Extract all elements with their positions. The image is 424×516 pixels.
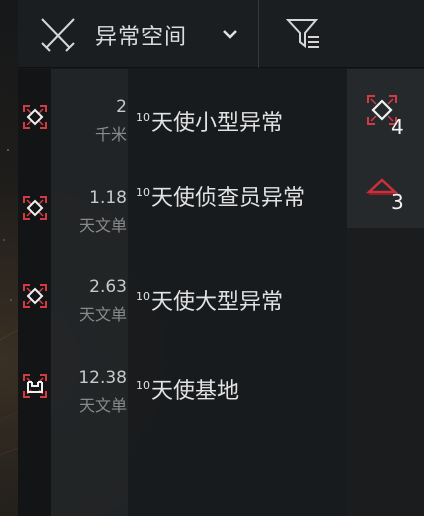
header-divider [258, 0, 259, 68]
distance-unit: 天文单 [78, 305, 127, 324]
site-name: 10天使小型异常 [136, 105, 314, 136]
site-level: 10 [136, 186, 150, 199]
site-name-text: 天使小型异常 [151, 111, 284, 136]
distance-value: 12.38 [78, 368, 127, 388]
overview-header: 异常空间 [18, 0, 424, 68]
side-panel-background [347, 228, 424, 516]
distance-unit: 天文单 [78, 216, 127, 235]
overview-tab-title[interactable]: 异常空间 [95, 19, 187, 51]
site-name: 10天使大型异常 [136, 284, 314, 315]
site-row[interactable]: 2 千米 10天使小型异常 [18, 77, 347, 165]
filter-icon[interactable] [286, 18, 322, 50]
anomaly-count: 4 [391, 115, 404, 139]
site-name: 10天使侦查员异常 [136, 180, 314, 211]
group-panel: 4 3 [347, 69, 424, 228]
crossed-swords-icon[interactable] [39, 17, 77, 53]
anomaly-group-button[interactable]: 4 [365, 93, 413, 143]
distance-value: 2.63 [89, 277, 127, 297]
site-name-text: 天使大型异常 [151, 290, 284, 315]
site-list: 2 千米 10天使小型异常 1.18 天文单 10天使侦查员异常 2.63 天文… [18, 69, 347, 516]
outpost-icon [23, 374, 47, 398]
anomaly-diamond-icon [23, 284, 47, 308]
distance-value: 2 [116, 97, 127, 117]
chevron-down-icon[interactable] [222, 28, 238, 40]
site-name-text: 天使侦查员异常 [151, 186, 306, 211]
signature-group-button[interactable]: 3 [365, 168, 413, 218]
site-name: 10天使基地 [136, 373, 314, 404]
site-name-text: 天使基地 [151, 379, 240, 404]
site-row[interactable]: 1.18 天文单 10天使侦查员异常 [18, 165, 347, 253]
anomaly-diamond-icon [23, 105, 47, 129]
anomaly-diamond-icon [23, 196, 47, 220]
site-level: 10 [136, 290, 150, 303]
site-level: 10 [136, 111, 150, 124]
site-level: 10 [136, 379, 150, 392]
distance-unit: 千米 [94, 125, 127, 144]
signature-count: 3 [391, 190, 404, 214]
distance-unit: 天文单 [78, 396, 127, 415]
site-row[interactable]: 12.38 天文单 10天使基地 [18, 341, 347, 429]
distance-value: 1.18 [89, 188, 127, 208]
site-row[interactable]: 2.63 天文单 10天使大型异常 [18, 253, 347, 341]
